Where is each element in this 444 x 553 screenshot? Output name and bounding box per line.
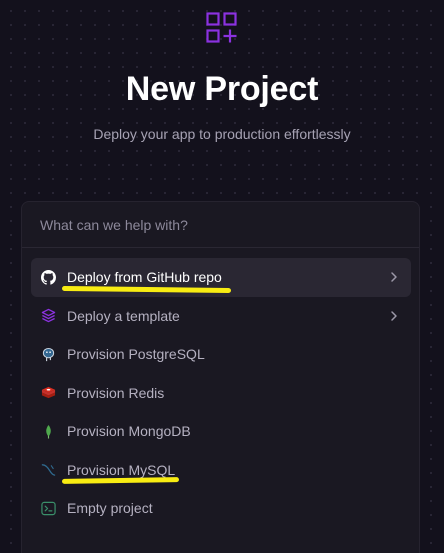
- mysql-icon: [41, 462, 56, 477]
- menu-item-label: Provision MySQL: [67, 461, 176, 478]
- postgresql-icon: [41, 347, 56, 362]
- chevron-right-icon: [391, 272, 397, 282]
- menu-item-label: Provision PostgreSQL: [67, 346, 205, 363]
- search-input[interactable]: [40, 216, 380, 233]
- redis-icon: [41, 385, 56, 400]
- new-project-logo-icon: [206, 12, 237, 43]
- menu-item-empty-project[interactable]: Empty project: [31, 489, 411, 528]
- menu-item-provision-redis[interactable]: Provision Redis: [31, 374, 411, 413]
- menu-item-label: Deploy from GitHub repo: [67, 269, 222, 286]
- menu-item-label: Deploy a template: [67, 307, 180, 324]
- menu-item-label: Provision Redis: [67, 384, 165, 401]
- chevron-right-icon: [391, 310, 397, 321]
- menu-item-deploy-template[interactable]: Deploy a template: [31, 297, 411, 336]
- menu-item-label: Provision MongoDB: [67, 423, 191, 440]
- search-bar: [22, 202, 419, 248]
- page-subtitle: Deploy your app to production effortless…: [93, 126, 351, 142]
- mongodb-icon: [41, 424, 56, 439]
- layers-icon: [41, 308, 56, 323]
- terminal-icon: [41, 501, 56, 516]
- page-title: New Project: [125, 70, 319, 108]
- menu-item-provision-mongodb[interactable]: Provision MongoDB: [31, 412, 411, 451]
- menu-item-label: Empty project: [67, 500, 153, 517]
- github-icon: [41, 269, 56, 285]
- project-options-menu: Deploy from GitHub repo Deploy a templat…: [31, 258, 411, 528]
- menu-item-provision-postgresql[interactable]: Provision PostgreSQL: [31, 335, 411, 374]
- command-panel: Deploy from GitHub repo Deploy a templat…: [21, 201, 420, 553]
